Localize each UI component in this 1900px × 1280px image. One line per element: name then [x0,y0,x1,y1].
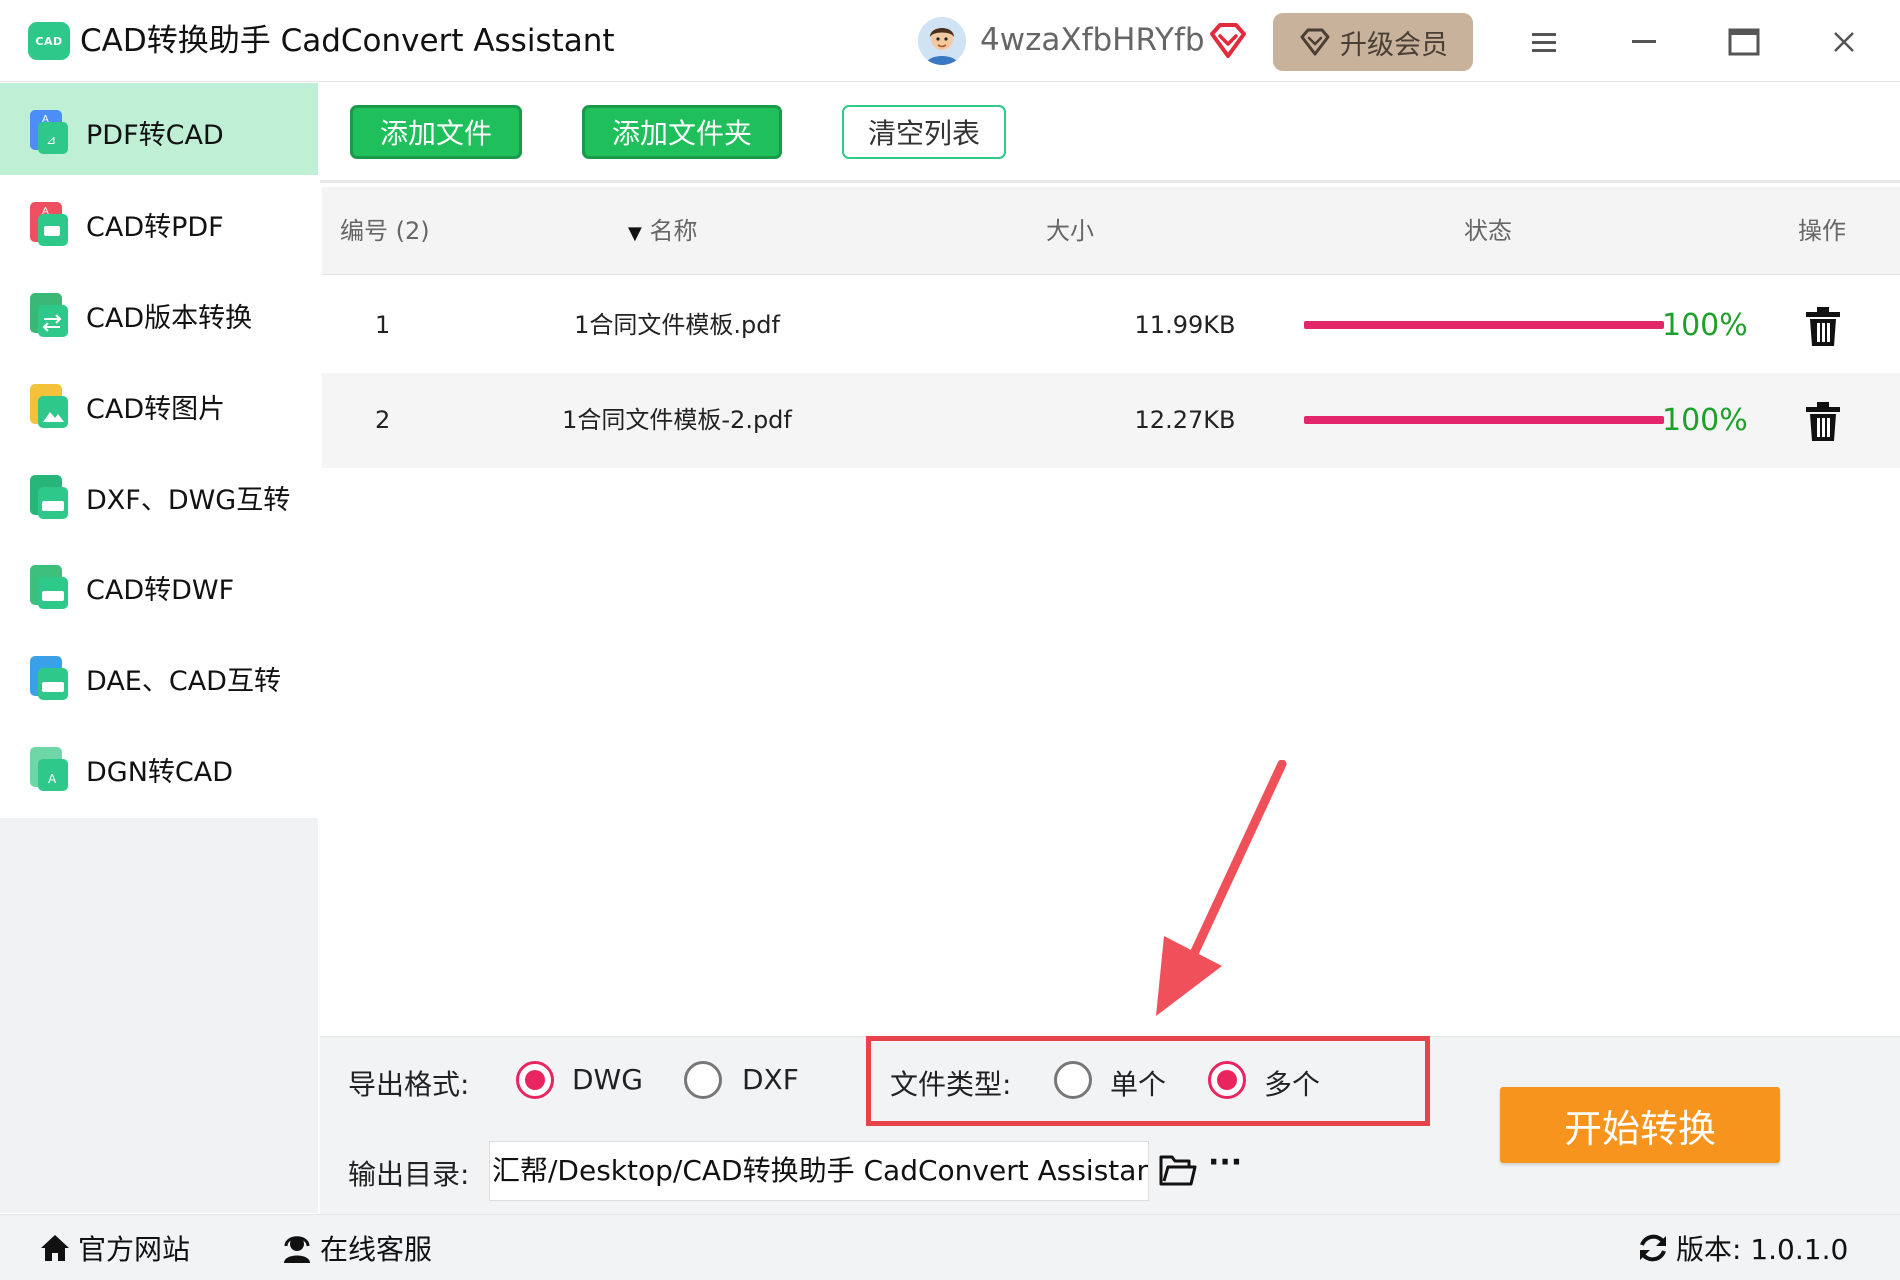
more-options-button[interactable]: ··· [1208,1145,1242,1180]
clear-list-button[interactable]: 清空列表 [842,105,1006,159]
customer-service-icon [284,1236,310,1263]
cad-to-image-icon [28,382,70,430]
dae-cad-icon [28,654,70,702]
version-label: 版本: 1.0.1.0 [1676,1233,1849,1266]
sidebar-item-cad-to-pdf[interactable]: A CAD转PDF [0,175,318,273]
svg-text:A: A [42,206,49,217]
column-header-size[interactable]: 大小 [1046,187,1094,275]
sidebar-item-cad-version[interactable]: CAD版本转换 [0,266,318,364]
sidebar-item-label: CAD转DWF [86,574,235,606]
cad-to-pdf-icon: A [28,200,70,248]
footer-bar: 官方网站 在线客服 版本: 1.0.1.0 [0,1214,1900,1280]
svg-text:A: A [42,114,49,125]
export-format-label: 导出格式: [348,1068,470,1101]
progress-fill [1304,416,1664,424]
add-file-button[interactable]: 添加文件 [350,105,522,159]
sidebar-item-cad-to-image[interactable]: CAD转图片 [0,357,318,455]
delete-row-button[interactable] [1804,306,1842,348]
trash-icon [1806,307,1840,346]
dxf-dwg-icon [28,473,70,521]
minimize-icon [1632,40,1656,43]
official-website-link[interactable]: 官方网站 [38,1215,190,1280]
progress-fill [1304,321,1664,329]
trash-icon [1806,402,1840,441]
minimize-button[interactable] [1622,20,1666,64]
online-support-label: 在线客服 [320,1233,433,1266]
username: 4wzaXfbHRYfb [980,22,1205,58]
sidebar-item-dgn-to-cad[interactable]: A DGN转CAD [0,720,318,818]
progress-percent: 100% [1662,403,1748,438]
home-icon [41,1235,69,1261]
sidebar-item-label: DGN转CAD [86,756,234,788]
vip-diamond-icon [1208,22,1248,60]
sidebar-item-dae-cad[interactable]: DAE、CAD互转 [0,629,318,727]
annotation-arrow [1156,760,1287,1016]
official-website-label: 官方网站 [78,1233,191,1266]
column-header-status[interactable]: 状态 [1464,187,1512,275]
title-bar: CAD CAD转换助手 CadConvert Assistant 4wzaXfb… [0,0,1900,82]
column-header-index[interactable]: 编号 (2) [340,187,430,275]
format-radio-dwg[interactable] [516,1061,554,1099]
sidebar-item-pdf-to-cad[interactable]: A ⊿ PDF转CAD [0,83,318,181]
sidebar: A ⊿ PDF转CAD A CAD转PDF CAD版本转换 CAD转图片 DXF、… [0,83,318,1213]
toolbar: 添加文件 添加文件夹 清空列表 [320,83,1900,183]
svg-text:⊿: ⊿ [46,133,56,147]
folder-icon [1159,1155,1197,1186]
format-label-dwg[interactable]: DWG [572,1063,643,1096]
maximize-button[interactable] [1722,20,1766,64]
column-header-name[interactable]: ▼ 名称 [628,187,697,275]
cad-version-icon [28,291,70,339]
upgrade-label: 升级会员 [1340,29,1448,61]
sort-desc-icon: ▼ [628,223,642,244]
close-icon [1834,32,1854,52]
close-button[interactable] [1822,20,1866,64]
upgrade-member-button[interactable]: 升级会员 [1273,13,1473,71]
cad-to-dwf-icon [28,563,70,611]
progress-bar [1304,321,1664,329]
file-type-highlight-box [866,1036,1430,1126]
delete-row-button[interactable] [1804,401,1842,443]
dgn-to-cad-icon: A [28,745,70,793]
table-row[interactable]: 1 1合同文件模板.pdf 11.99KB 100% [322,278,1900,373]
maximize-icon [1728,28,1760,56]
sidebar-item-label: CAD转PDF [86,211,224,243]
sidebar-item-label: CAD转图片 [86,393,226,425]
sidebar-item-cad-to-dwf[interactable]: CAD转DWF [0,538,318,636]
file-table-header: 编号 (2) ▼ 名称 大小 状态 操作 [322,187,1900,275]
menu-button[interactable] [1522,20,1566,64]
sidebar-item-label: CAD版本转换 [86,302,253,334]
output-dir-field[interactable]: 汇帮/Desktop/CAD转换助手 CadConvert Assistant [489,1141,1149,1201]
hamburger-icon [1532,33,1556,52]
pdf-to-cad-icon: A ⊿ [28,108,70,156]
progress-bar [1304,416,1664,424]
row-file-name: 1合同文件模板-2.pdf [562,406,792,434]
output-dir-label: 输出目录: [348,1158,470,1191]
version-info[interactable]: 版本: 1.0.1.0 [1636,1215,1848,1280]
start-convert-button[interactable]: 开始转换 [1500,1087,1780,1163]
sidebar-item-label: PDF转CAD [86,119,224,151]
online-support-link[interactable]: 在线客服 [280,1215,432,1280]
progress-percent: 100% [1662,308,1748,343]
sidebar-item-dxf-dwg[interactable]: DXF、DWG互转 [0,448,318,546]
diamond-icon [1300,28,1330,56]
sidebar-item-label: DAE、CAD互转 [86,665,281,697]
user-avatar[interactable] [918,17,966,65]
row-file-name: 1合同文件模板.pdf [574,311,780,339]
app-title: CAD转换助手 CadConvert Assistant [80,23,615,59]
refresh-icon [1640,1234,1666,1262]
browse-folder-button[interactable] [1158,1153,1198,1193]
column-header-name-label: 名称 [649,217,698,245]
app-logo: CAD [28,22,70,60]
svg-text:A: A [48,772,57,786]
column-header-action: 操作 [1798,217,1846,245]
format-label-dxf[interactable]: DXF [742,1063,799,1096]
format-radio-dxf[interactable] [684,1061,722,1099]
add-folder-button[interactable]: 添加文件夹 [582,105,782,159]
sidebar-item-label: DXF、DWG互转 [86,484,291,516]
table-row[interactable]: 2 1合同文件模板-2.pdf 12.27KB 100% [322,373,1900,468]
